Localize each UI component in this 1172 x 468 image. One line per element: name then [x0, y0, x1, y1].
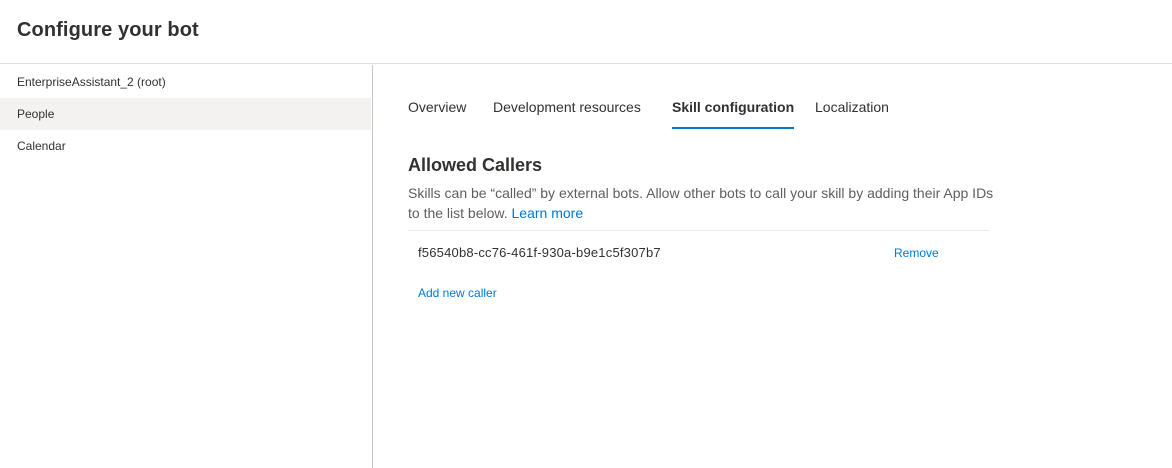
- sidebar-item-calendar[interactable]: Calendar: [0, 130, 371, 162]
- allowed-callers-description: Skills can be “called” by external bots.…: [408, 183, 998, 223]
- tab-development-resources[interactable]: Development resources: [493, 91, 641, 129]
- tab-localization[interactable]: Localization: [815, 91, 889, 129]
- tab-skill-configuration[interactable]: Skill configuration: [672, 91, 795, 129]
- caller-row: f56540b8-cc76-461f-930a-b9e1c5f307b7 Rem…: [408, 235, 990, 271]
- learn-more-link[interactable]: Learn more: [512, 205, 584, 221]
- page-header: Configure your bot: [0, 0, 1172, 64]
- bot-navigation-sidebar: EnterpriseAssistant_2 (root) People Cale…: [0, 65, 373, 468]
- allowed-callers-heading: Allowed Callers: [408, 155, 543, 175]
- main-content: Overview Development resources Skill con…: [374, 65, 1172, 468]
- sidebar-item-people[interactable]: People: [0, 98, 371, 130]
- remove-caller-button[interactable]: Remove: [894, 246, 939, 260]
- sidebar-item-enterpriseassistant-root[interactable]: EnterpriseAssistant_2 (root): [0, 66, 371, 98]
- add-new-caller-button[interactable]: Add new caller: [418, 286, 497, 300]
- description-text: Skills can be “called” by external bots.…: [408, 185, 994, 221]
- caller-app-id: f56540b8-cc76-461f-930a-b9e1c5f307b7: [418, 245, 661, 260]
- tab-overview[interactable]: Overview: [408, 91, 466, 129]
- page-title: Configure your bot: [17, 19, 199, 41]
- divider: [408, 230, 990, 231]
